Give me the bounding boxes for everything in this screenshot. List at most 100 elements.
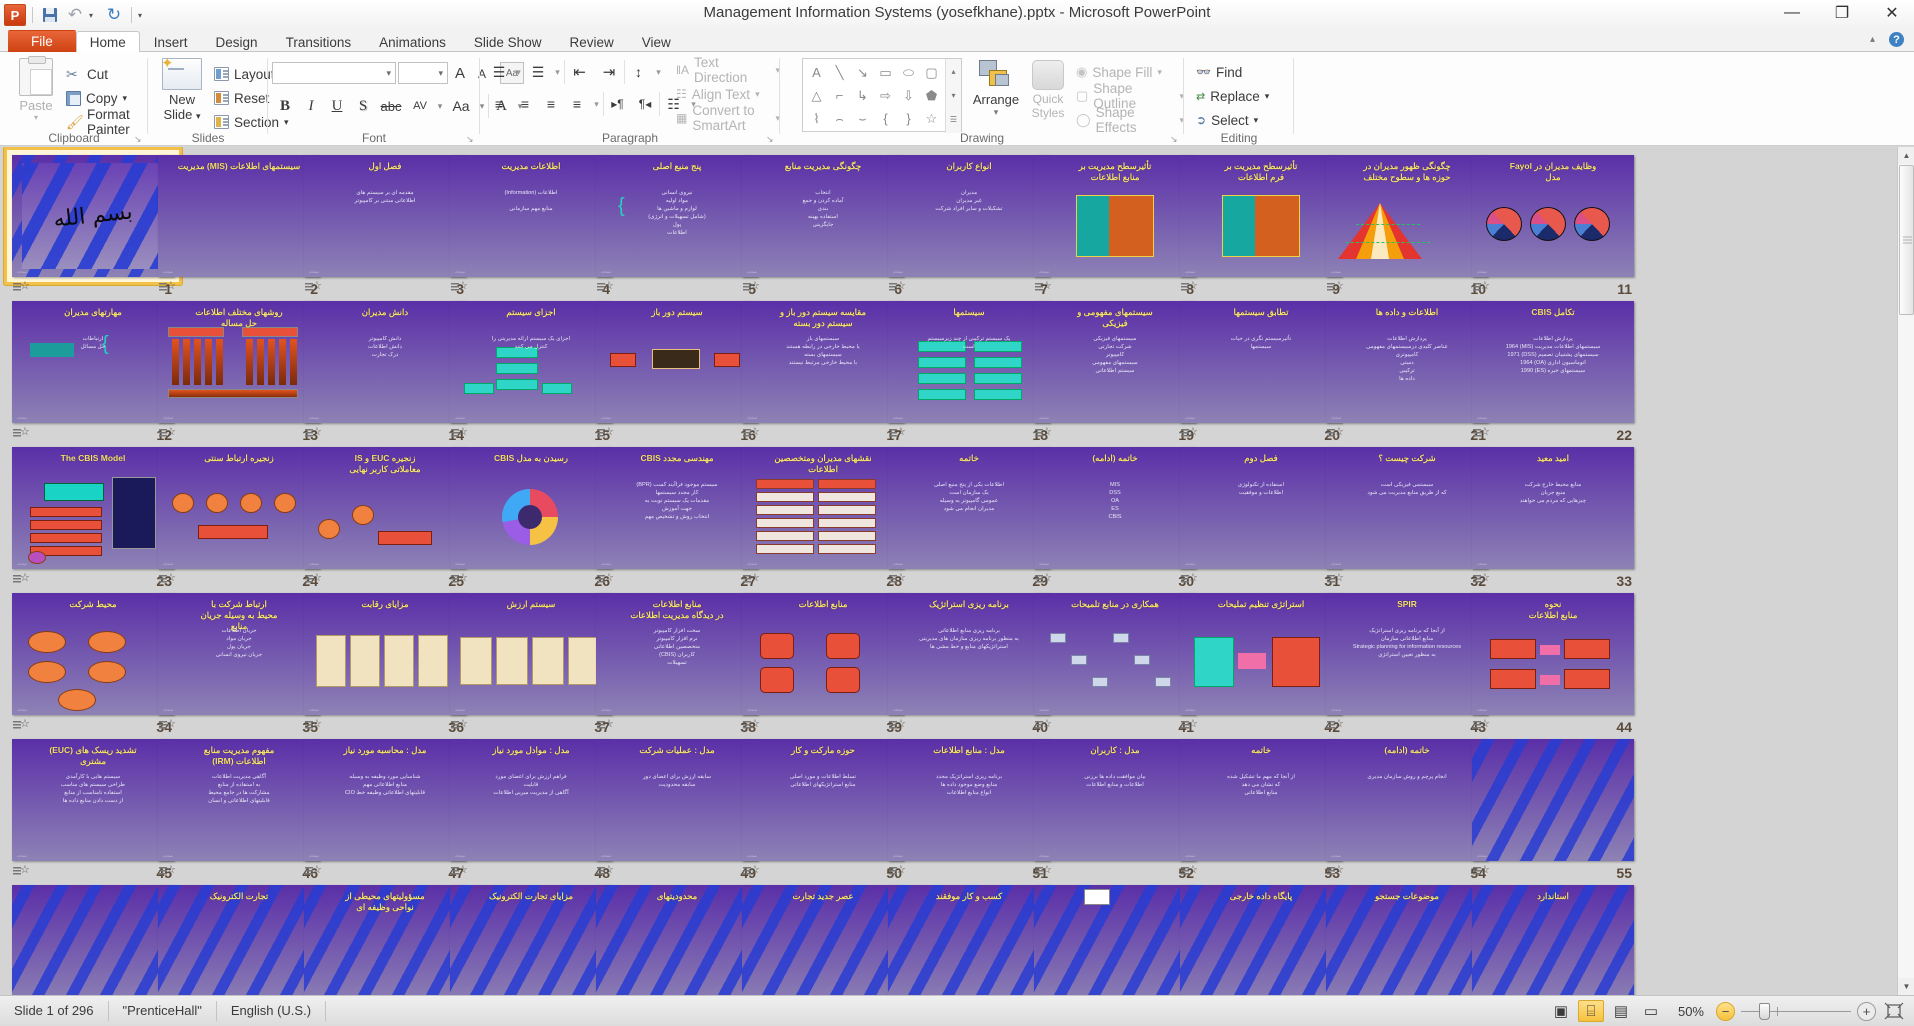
slide-thumbnail-49[interactable]: مدل : عملیات شرکت سابقه ارزش برای اعضای د… (596, 739, 758, 881)
slide-preview[interactable]: دانش مدیران دانش کامپیوتر دانش اطلاعات در… (304, 301, 466, 423)
slide-transition-icon[interactable]: ☆ (743, 427, 760, 440)
new-slide-button[interactable]: ✦ New Slide ▾ (154, 55, 210, 124)
slide-thumbnail-39[interactable]: منابع اطلاعاتصفحه☆39 (742, 593, 904, 735)
right-brace-shape[interactable]: } (897, 107, 920, 130)
replace-dropdown-icon[interactable]: ▾ (1265, 91, 1270, 102)
reading-view-button[interactable]: ▤ (1608, 1000, 1634, 1022)
textbox-shape[interactable]: A (805, 61, 828, 84)
arrange-button[interactable]: Arrange ▾ (970, 60, 1022, 118)
change-case-button[interactable]: Aa (446, 94, 476, 118)
italic-button[interactable]: I (298, 94, 324, 118)
slide-transition-icon[interactable]: ☆ (13, 719, 30, 732)
slide-preview[interactable]: عصر جدید تجارتصفحه (742, 885, 904, 995)
character-spacing-button[interactable]: AV (406, 94, 434, 118)
slide-preview[interactable]: امید معید منابع محیط خارج شرکت منبع جریان… (1472, 447, 1634, 569)
slide-transition-icon[interactable]: ☆ (13, 427, 30, 440)
slide-thumbnail-57[interactable]: تجارت الکترونیکصفحه☆57 (158, 885, 320, 995)
slide-thumbnail-59[interactable]: مزایای تجارت الکترونیکصفحه☆59 (450, 885, 612, 995)
slide-preview[interactable]: استراتژی تنظیم تملیحات صفحه (1180, 593, 1342, 715)
justify-dropdown-icon[interactable]: ▾ (590, 92, 603, 116)
slide-thumbnail-45[interactable]: تشدید ریسک های (EUC) مشتری سیستم هایی با … (12, 739, 174, 881)
slide-transition-icon[interactable]: ☆ (159, 719, 176, 732)
slide-preview[interactable]: اطلاعات مدیریت اطلاعات (Information) مناب… (450, 155, 612, 277)
slide-transition-icon[interactable]: ☆ (159, 281, 176, 294)
slide-transition-icon[interactable]: ☆ (159, 865, 176, 878)
zoom-in-button[interactable]: + (1857, 1001, 1876, 1021)
slide-thumbnail-54[interactable]: خاتمه (ادامه) انجام پرچم و روش سازمان مدی… (1326, 739, 1488, 881)
slide-transition-icon[interactable]: ☆ (159, 427, 176, 440)
justify-button[interactable]: ≡ (564, 92, 590, 116)
slide-transition-icon[interactable]: ☆ (1181, 573, 1198, 586)
slide-transition-icon[interactable]: ☆ (1181, 281, 1198, 294)
slide-transition-icon[interactable]: ☆ (1473, 573, 1490, 586)
ribbon-tab-review[interactable]: Review (555, 31, 627, 52)
slide-transition-icon[interactable]: ☆ (1473, 427, 1490, 440)
slide-transition-icon[interactable]: ☆ (889, 865, 906, 878)
slide-thumbnail-30[interactable]: خاتمه (ادامه)MIS DSS OA ES CBISصفحه☆30 (1034, 447, 1196, 589)
slide-thumbnail-65[interactable]: موضوعات جستجوصفحه☆65 (1326, 885, 1488, 995)
slide-thumbnail-6[interactable]: چگونگی مدیریت منابع انتخاب آماده کردن و ج… (742, 155, 904, 297)
slide-transition-icon[interactable]: ☆ (1327, 281, 1344, 294)
slide-show-button[interactable]: ▭ (1638, 1000, 1664, 1022)
slide-transition-icon[interactable]: ☆ (1327, 865, 1344, 878)
character-spacing-dropdown-icon[interactable]: ▾ (434, 94, 446, 118)
slide-preview[interactable]: صفحه (1034, 885, 1196, 995)
text-direction-button[interactable]: ‖A Text Direction ▾ (676, 55, 780, 85)
slide-thumbnail-35[interactable]: ارتباط شرکت با محیط به وسیله جریان منابع… (158, 593, 320, 735)
slide-preview[interactable]: وظایف مدیران در Fayol مدل صفحه (1472, 155, 1634, 277)
close-button[interactable]: ✕ (1878, 2, 1906, 24)
slide-preview[interactable]: نقشهای مدیران ومتخصصین اطلاعات صفحه (742, 447, 904, 569)
shapes-scroll-down-icon[interactable]: ▾ (946, 83, 961, 107)
slide-preview[interactable]: محدودیتهایصفحه (596, 885, 758, 995)
slide-transition-icon[interactable]: ☆ (597, 281, 614, 294)
slide-thumbnail-16[interactable]: سیستم دور بازصفحه☆16 (596, 301, 758, 443)
slide-preview[interactable]: خاتمه اطلاعات یکی از پنج منبع اصلی یک ساز… (888, 447, 1050, 569)
slide-preview[interactable]: مدل : محاسبه مورد نیاز شناسایی مورد وظیفه… (304, 739, 466, 861)
slide-count-label[interactable]: Slide 1 of 296 (0, 1001, 109, 1021)
line-spacing-dropdown-icon[interactable]: ▾ (652, 60, 665, 84)
shapes-scroll-up-icon[interactable]: ▴ (946, 59, 961, 83)
slide-transition-icon[interactable]: ☆ (1327, 719, 1344, 732)
slide-sorter-view-button[interactable]: ⌸ (1577, 1000, 1604, 1022)
slide-transition-icon[interactable]: ☆ (1035, 427, 1052, 440)
slide-transition-icon[interactable]: ☆ (305, 719, 322, 732)
slide-preview[interactable]: سیستم دور باز صفحه (596, 301, 758, 423)
slide-transition-icon[interactable]: ☆ (597, 865, 614, 878)
rounded-rect-shape[interactable]: ▢ (920, 61, 943, 84)
slide-thumbnail-55[interactable]: صفحه ☆ 55 (1472, 739, 1634, 881)
zoom-slider-track[interactable] (1741, 1002, 1851, 1020)
slide-preview[interactable]: سیستم ارزش صفحه (450, 593, 612, 715)
arrange-dropdown-icon[interactable]: ▾ (970, 107, 1022, 118)
slide-thumbnail-19[interactable]: سیستمهای مفهومی و فیزیکی سیستمهای فیزیکی … (1034, 301, 1196, 443)
right-arrow-shape[interactable]: ⇨ (874, 84, 897, 107)
slide-thumbnail-32[interactable]: شرکت چیست ؟ سیستمی فیزیکی است که از طریق … (1326, 447, 1488, 589)
help-icon[interactable]: ? (1889, 32, 1904, 47)
text-shadow-button[interactable]: S (350, 94, 376, 118)
slide-preview[interactable]: مزایای رقابت صفحه (304, 593, 466, 715)
slide-preview[interactable]: خاتمه (ادامه) انجام پرچم و روش سازمان مدی… (1326, 739, 1488, 861)
slide-transition-icon[interactable]: ☆ (889, 573, 906, 586)
slide-thumbnail-37[interactable]: سیستم ارزشصفحه☆37 (450, 593, 612, 735)
slide-preview[interactable]: سیستمها یک سیستم ترکیبی از چند زیرسیستم ا… (888, 301, 1050, 423)
collapse-ribbon-icon[interactable]: ▴ (1870, 34, 1875, 45)
slide-thumbnail-4[interactable]: اطلاعات مدیریت اطلاعات (Information) مناب… (450, 155, 612, 297)
grow-font-icon[interactable]: A (450, 62, 470, 84)
slide-thumbnail-29[interactable]: خاتمه اطلاعات یکی از پنج منبع اصلی یک ساز… (888, 447, 1050, 589)
ribbon-tabs[interactable]: File Home Insert Design Transitions Animation… (8, 30, 685, 52)
slide-preview[interactable]: منابع اطلاعات در دیدگاه مدیریت اطلاعات سخ… (596, 593, 758, 715)
slide-thumbnail-13[interactable]: روشهای مختلف اطلاعات حل مسالهصفحه☆13 (158, 301, 320, 443)
numbering-button[interactable]: ☰ (525, 60, 551, 84)
slide-preview[interactable]: مدل : موادل مورد نیاز فراهم ارزش برای اعض… (450, 739, 612, 861)
slide-sorter-pane[interactable]: بسم الله صفحه ☆ 1 سیستمهای اطلاعات (MIS) مدی… (0, 147, 1914, 995)
slide-thumbnail-47[interactable]: مدل : محاسبه مورد نیاز شناسایی مورد وظیفه… (304, 739, 466, 881)
curve-shape[interactable]: ⌢ (828, 107, 851, 130)
slide-preview[interactable]: شرکت چیست ؟ سیستمی فیزیکی است که از طریق … (1326, 447, 1488, 569)
increase-indent-button[interactable]: ⇥ (594, 60, 624, 84)
slide-preview[interactable]: محیط شرکت صفحه (12, 593, 174, 715)
slide-thumbnail-10[interactable]: چگونگی ظهور مدیران در حوزه ها و سطوح مخت… (1326, 155, 1488, 297)
slide-transition-icon[interactable]: ☆ (889, 427, 906, 440)
ribbon-help-controls[interactable]: ▴ ? (1870, 32, 1904, 47)
slide-thumbnail-63[interactable]: صفحه☆63 (1034, 885, 1196, 995)
align-center-button[interactable]: ≡ (512, 92, 538, 116)
slide-thumbnail-58[interactable]: مسؤولیتهای محیطی از نواحی وظیفه ایصفحه☆5… (304, 885, 466, 995)
